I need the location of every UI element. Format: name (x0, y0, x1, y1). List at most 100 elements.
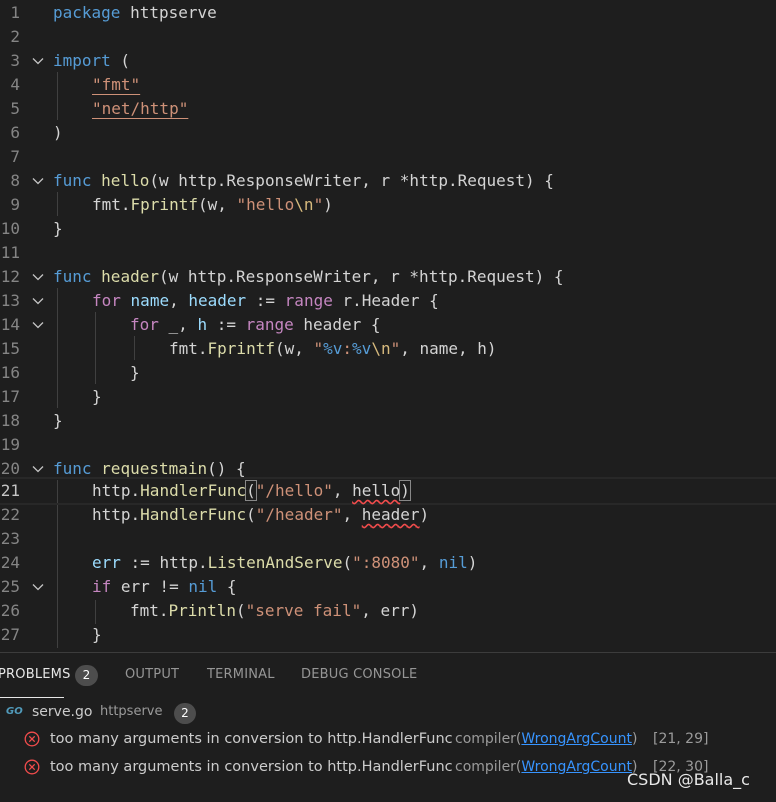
error-squiggle[interactable]: hello (352, 481, 400, 500)
problems-count-badge: 2 (75, 665, 98, 686)
fold-chevron-icon[interactable] (30, 293, 46, 309)
code-line[interactable]: 19 (0, 433, 776, 457)
code-line[interactable]: 3 import ( (0, 49, 776, 73)
problem-source-prefix: compiler( (455, 759, 522, 775)
line-number: 19 (0, 435, 20, 454)
string-token: "serve fail" (245, 601, 362, 620)
escape-token: \n (371, 339, 391, 358)
code-line[interactable]: 17 } (0, 385, 776, 409)
code-line[interactable]: 16 } (0, 361, 776, 385)
code-line[interactable]: 6 ) (0, 121, 776, 145)
fold-chevron-icon[interactable] (30, 317, 46, 333)
line-number: 7 (10, 147, 20, 166)
code-editor[interactable]: 1 package httpserve 2 3 import ( 4 "fmt"… (0, 0, 776, 652)
file-path: httpserve (100, 704, 163, 719)
function-call: Fprintf (207, 339, 275, 358)
problem-code-link[interactable]: WrongArgCount (521, 731, 632, 747)
line-number: 24 (0, 553, 20, 572)
tab-debug-console[interactable]: DEBUG CONSOLE (301, 667, 417, 682)
format-verb-token: %v (323, 339, 343, 358)
problem-source-suffix: ) (631, 731, 638, 747)
code-token: (w http.ResponseWriter, r *http.Request)… (149, 171, 554, 190)
code-line[interactable]: 25 if err != nil { (0, 575, 776, 599)
line-number: 27 (0, 625, 20, 644)
variable-token: header (188, 291, 247, 310)
code-line[interactable]: 15 fmt.Fprintf(w, "%v:%v\n", name, h) (0, 337, 776, 361)
code-line[interactable]: 18 } (0, 409, 776, 433)
code-token: ) (467, 553, 478, 572)
fold-chevron-icon[interactable] (30, 579, 46, 595)
keyword-token: range (245, 315, 294, 334)
keyword-token: range (284, 291, 333, 310)
code-line[interactable]: 5 "net/http" (0, 97, 776, 121)
fold-chevron-icon[interactable] (30, 269, 46, 285)
problem-position: [21, 29] (653, 731, 709, 747)
code-line[interactable]: 12 func header(w http.ResponseWriter, r … (0, 265, 776, 289)
problem-item[interactable]: too many arguments in conversion to http… (0, 727, 776, 753)
problem-message: too many arguments in conversion to http… (50, 731, 453, 747)
code-token: () { (207, 459, 246, 478)
code-line[interactable]: 22 http.HandlerFunc("/header", header) (0, 503, 776, 527)
fold-chevron-icon[interactable] (30, 173, 46, 189)
file-name: serve.go (32, 704, 93, 720)
code-line-active[interactable]: 21 http.HandlerFunc("/hello", hello) (0, 477, 776, 505)
import-path-link[interactable]: "net/http" (92, 99, 188, 118)
code-line[interactable]: 14 for _, h := range header { (0, 313, 776, 337)
code-line[interactable]: 8 func hello(w http.ResponseWriter, r *h… (0, 169, 776, 193)
keyword-token: package (53, 3, 121, 22)
line-number: 16 (0, 363, 20, 382)
tab-problems[interactable]: PROBLEMS (0, 667, 71, 682)
problem-code-link[interactable]: WrongArgCount (521, 759, 632, 775)
code-line[interactable]: 11 (0, 241, 776, 265)
function-call: ListenAndServe (207, 553, 343, 572)
string-token: "/header" (255, 505, 343, 524)
code-token: , err) (361, 601, 419, 620)
code-token: ) (419, 505, 430, 524)
code-line[interactable]: 13 for name, header := range r.Header { (0, 289, 776, 313)
code-token: } (53, 219, 63, 238)
code-token: fmt. (169, 339, 208, 358)
string-token: : (342, 339, 353, 358)
code-token: (w, (274, 339, 314, 358)
line-number: 3 (10, 51, 20, 70)
line-number: 5 (10, 99, 20, 118)
code-line[interactable]: 10 } (0, 217, 776, 241)
import-path-link[interactable]: "fmt" (92, 75, 140, 94)
tab-terminal[interactable]: TERMINAL (207, 667, 275, 682)
active-tab-indicator (0, 697, 64, 698)
fold-chevron-icon[interactable] (30, 461, 46, 477)
problems-file-group[interactable]: GO serve.go httpserve 2 (0, 702, 776, 726)
code-line[interactable]: 4 "fmt" (0, 73, 776, 97)
line-number: 9 (10, 195, 20, 214)
code-token: http. (92, 505, 141, 524)
code-line[interactable]: 2 (0, 25, 776, 49)
code-token: { (217, 577, 237, 596)
escape-token: \n (294, 195, 314, 214)
code-line[interactable]: 9 fmt.Fprintf(w, "hello\n") (0, 193, 776, 217)
keyword-token: func (53, 459, 92, 478)
code-token: } (92, 625, 102, 644)
fold-chevron-icon[interactable] (30, 53, 46, 69)
code-line[interactable]: 26 fmt.Println("serve fail", err) (0, 599, 776, 623)
code-line[interactable]: 7 (0, 145, 776, 169)
code-token: , (332, 481, 353, 500)
keyword-token: for (92, 291, 121, 310)
problem-message: too many arguments in conversion to http… (50, 759, 453, 775)
code-line[interactable]: 23 (0, 527, 776, 551)
code-line[interactable]: 27 } (0, 623, 776, 647)
function-name: requestmain (101, 459, 208, 478)
string-token: " (313, 195, 324, 214)
line-number: 21 (0, 481, 20, 500)
line-number: 4 (10, 75, 20, 94)
error-icon (24, 759, 40, 775)
variable-token: err (92, 553, 121, 572)
variable-token: h (197, 315, 208, 334)
error-squiggle[interactable]: header (362, 505, 420, 524)
code-line[interactable]: 24 err := http.ListenAndServe(":8080", n… (0, 551, 776, 575)
code-token: } (92, 387, 102, 406)
code-line[interactable]: 1 package httpserve (0, 1, 776, 25)
tab-output[interactable]: OUTPUT (125, 667, 179, 682)
code-token: header { (293, 315, 381, 334)
line-number: 25 (0, 577, 20, 596)
problem-source: compiler(WrongArgCount) (455, 759, 637, 775)
